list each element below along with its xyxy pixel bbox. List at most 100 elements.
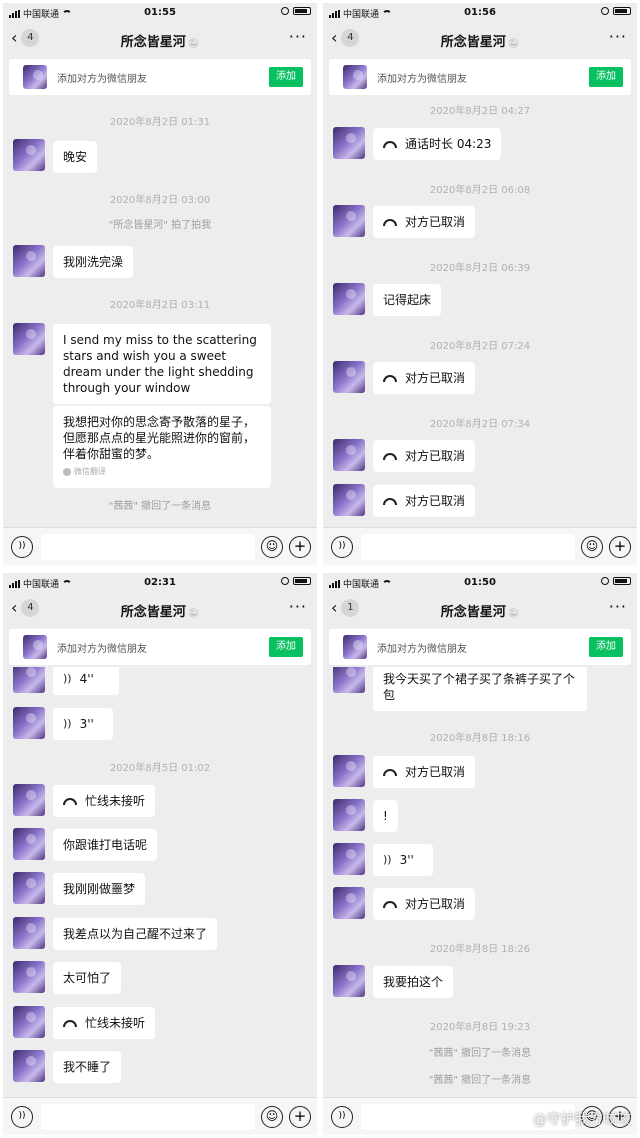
- phone-icon: [63, 1019, 77, 1027]
- message-bubble[interactable]: 我刚洗完澡: [53, 246, 134, 278]
- avatar[interactable]: [13, 1050, 45, 1082]
- more-options-button[interactable]: ···: [609, 29, 627, 45]
- avatar[interactable]: [333, 755, 365, 787]
- emoji-button[interactable]: ☺: [581, 536, 603, 558]
- more-actions-button[interactable]: +: [289, 1106, 311, 1128]
- message-input[interactable]: [41, 1104, 255, 1130]
- message-bubble[interactable]: 晚安: [53, 141, 98, 173]
- add-friend-text: 添加对方为微信朋友: [57, 74, 147, 85]
- timestamp: 2020年8月2日 06:39: [429, 263, 531, 274]
- nav-bar: ‹ 4 所念皆星河 🔕︎ ···: [323, 23, 637, 55]
- avatar[interactable]: [333, 843, 365, 875]
- voice-message-bubble[interactable]: )) 4'': [53, 667, 119, 695]
- battery-icon: [613, 7, 631, 15]
- message-bubble[interactable]: 你跟谁打电话呢: [53, 829, 158, 861]
- message-list[interactable]: )) 4'' )) 3'' 2020年8月5日 01:02 忙线未接听 你跟谁打电话…: [3, 667, 317, 1093]
- message-list[interactable]: 2020年8月2日 04:27 通话时长 04:23 2020年8月2日 06:…: [323, 97, 637, 523]
- chat-screenshot-1: 中国联通 01:55 ‹ 4 所念皆星河 🔕︎ ··· 添加对方为微信朋友 添加 2…: [3, 3, 317, 565]
- call-record-bubble[interactable]: 对方已取消: [373, 362, 476, 394]
- battery-icon: [293, 577, 311, 585]
- avatar[interactable]: [13, 1006, 45, 1038]
- avatar[interactable]: [333, 439, 365, 471]
- nav-bar: ‹ 4 所念皆星河 🔕︎ ···: [3, 593, 317, 625]
- voice-message-bubble[interactable]: )) 3'': [373, 844, 433, 876]
- call-record-text: 通话时长 04:23: [405, 137, 492, 151]
- message-bubble[interactable]: 我要拍这个: [373, 966, 454, 998]
- voice-duration: 3'': [79, 717, 94, 731]
- status-bar: 中国联通 02:31: [3, 573, 317, 593]
- voice-input-button[interactable]: )): [331, 1106, 353, 1128]
- avatar[interactable]: [13, 828, 45, 860]
- avatar[interactable]: [13, 961, 45, 993]
- add-friend-button[interactable]: 添加: [269, 67, 303, 87]
- timestamp: 2020年8月5日 01:02: [109, 763, 211, 774]
- status-time: 01:50: [464, 577, 496, 588]
- message-bubble[interactable]: !: [373, 800, 398, 832]
- add-friend-button[interactable]: 添加: [589, 637, 623, 657]
- chat-title-text: 所念皆星河: [440, 35, 506, 50]
- message-bubble[interactable]: 我刚刚做噩梦: [53, 873, 146, 905]
- avatar: [343, 65, 367, 89]
- rotation-lock-icon: [601, 7, 609, 15]
- message-input[interactable]: [41, 534, 255, 560]
- message-bubble[interactable]: I send my miss to the scattering stars a…: [53, 324, 271, 404]
- translated-message-bubble[interactable]: 我想把对你的思念寄予散落的星子，但愿那点点的星光能照进你的窗前，伴着你甜蜜的梦。…: [53, 406, 271, 488]
- more-options-button[interactable]: ···: [289, 29, 307, 45]
- avatar[interactable]: [13, 784, 45, 816]
- avatar[interactable]: [333, 799, 365, 831]
- avatar[interactable]: [333, 667, 365, 693]
- message-list[interactable]: 我今天买了个裙子买了条裤子买了个包 2020年8月8日 18:16 对方已取消 …: [323, 667, 637, 1093]
- avatar[interactable]: [13, 872, 45, 904]
- call-record-text: 对方已取消: [405, 449, 466, 463]
- more-options-button[interactable]: ···: [609, 599, 627, 615]
- call-record-bubble[interactable]: 对方已取消: [373, 485, 476, 517]
- system-message: "所念皆星河" 拍了拍我: [108, 220, 212, 231]
- voice-message-bubble[interactable]: )) 3'': [53, 708, 113, 740]
- avatar[interactable]: [333, 484, 365, 516]
- avatar[interactable]: [13, 707, 45, 739]
- call-record-bubble[interactable]: 对方已取消: [373, 440, 476, 472]
- avatar[interactable]: [333, 205, 365, 237]
- call-record-bubble[interactable]: 对方已取消: [373, 888, 476, 920]
- add-friend-button[interactable]: 添加: [589, 67, 623, 87]
- avatar[interactable]: [13, 245, 45, 277]
- message-bubble[interactable]: 我不睡了: [53, 1051, 122, 1083]
- more-options-button[interactable]: ···: [289, 599, 307, 615]
- call-record-bubble[interactable]: 忙线未接听: [53, 1007, 156, 1039]
- avatar[interactable]: [333, 965, 365, 997]
- avatar[interactable]: [13, 667, 45, 693]
- voice-input-button[interactable]: )): [331, 536, 353, 558]
- avatar[interactable]: [333, 887, 365, 919]
- message-list[interactable]: 2020年8月2日 01:31 晚安 2020年8月2日 03:00 "所念皆星…: [3, 97, 317, 523]
- more-actions-button[interactable]: +: [609, 536, 631, 558]
- avatar[interactable]: [333, 127, 365, 159]
- add-friend-banner: 添加对方为微信朋友 添加: [9, 59, 311, 95]
- call-record-bubble[interactable]: 对方已取消: [373, 206, 476, 238]
- message-bubble[interactable]: 记得起床: [373, 284, 442, 316]
- add-friend-button[interactable]: 添加: [269, 637, 303, 657]
- more-actions-button[interactable]: +: [289, 536, 311, 558]
- message-input[interactable]: [361, 534, 575, 560]
- timestamp: 2020年8月2日 03:11: [109, 300, 211, 311]
- call-record-bubble[interactable]: 通话时长 04:23: [373, 128, 502, 160]
- mute-icon: 🔕︎: [507, 609, 520, 619]
- timestamp: 2020年8月2日 01:31: [109, 117, 211, 128]
- voice-wave-icon: )): [63, 717, 72, 730]
- voice-input-button[interactable]: )): [11, 536, 33, 558]
- avatar[interactable]: [13, 139, 45, 171]
- system-message: "茜茜" 撤回了一条消息: [108, 501, 212, 512]
- voice-input-button[interactable]: )): [11, 1106, 33, 1128]
- message-bubble[interactable]: 我今天买了个裙子买了条裤子买了个包: [373, 667, 587, 711]
- emoji-button[interactable]: ☺: [261, 1106, 283, 1128]
- message-bubble[interactable]: 我差点以为自己醒不过来了: [53, 918, 218, 950]
- chat-title: 所念皆星河 🔕︎: [323, 31, 637, 50]
- call-record-bubble[interactable]: 忙线未接听: [53, 785, 156, 817]
- call-record-bubble[interactable]: 对方已取消: [373, 756, 476, 788]
- avatar[interactable]: [333, 361, 365, 393]
- message-bubble[interactable]: 太可怕了: [53, 962, 122, 994]
- avatar[interactable]: [333, 283, 365, 315]
- emoji-button[interactable]: ☺: [261, 536, 283, 558]
- avatar[interactable]: [13, 917, 45, 949]
- weibo-watermark: @守护我方咬咬: [533, 1112, 631, 1128]
- avatar[interactable]: [13, 323, 45, 355]
